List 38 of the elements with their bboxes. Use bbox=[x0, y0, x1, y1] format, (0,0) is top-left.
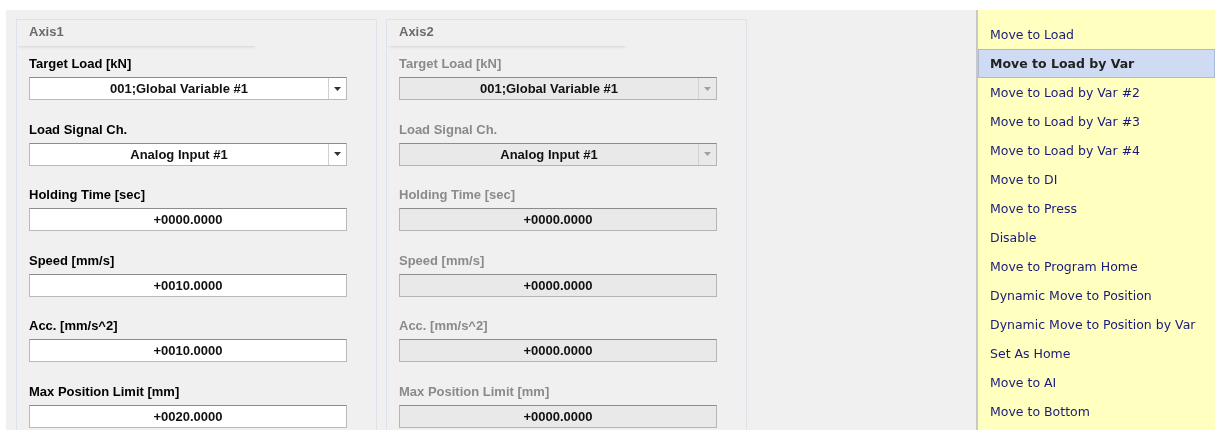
field-label: Max Position Limit [mm] bbox=[399, 383, 551, 399]
caret-icon bbox=[704, 86, 711, 91]
input-field[interactable]: +0010.0000 bbox=[29, 273, 347, 297]
field-label: Holding Time [sec] bbox=[29, 187, 147, 202]
field-label: Acc. [mm/s^2] bbox=[29, 318, 119, 333]
caret-icon bbox=[334, 86, 341, 91]
list-item[interactable]: Set As Home bbox=[978, 339, 1215, 368]
field-label: Speed [mm/s] bbox=[399, 252, 486, 268]
caret-icon bbox=[704, 152, 711, 156]
field-label: Max Position Limit [mm] bbox=[29, 383, 181, 399]
list-item[interactable]: Move to Press bbox=[978, 194, 1215, 223]
field-label: Target Load [kN] bbox=[29, 56, 133, 71]
group-title: Axis2 bbox=[387, 20, 627, 46]
field-label: Speed [mm/s] bbox=[29, 252, 116, 268]
list-item[interactable]: Move to Load by Var #2 bbox=[978, 78, 1215, 107]
caret-icon bbox=[334, 152, 341, 156]
dropdown[interactable]: Analog Input #1 bbox=[29, 142, 347, 166]
list-item[interactable]: Dynamic Move to Position bbox=[978, 281, 1215, 310]
list-item[interactable]: Move to DI bbox=[978, 165, 1215, 194]
input-field[interactable]: +0020.0000 bbox=[29, 404, 347, 428]
group-title: Axis1 bbox=[17, 20, 257, 46]
list-item[interactable]: Move to AI bbox=[978, 368, 1215, 397]
field-label: Acc. [mm/s^2] bbox=[399, 318, 489, 333]
field-label: Load Signal Ch. bbox=[399, 121, 499, 137]
list-item[interactable]: Disable bbox=[978, 223, 1215, 252]
field-label: Holding Time [sec] bbox=[399, 187, 517, 202]
list-item[interactable]: Move to Bottom bbox=[978, 397, 1215, 426]
list-item[interactable]: Dynamic Move to Position by Var bbox=[978, 310, 1215, 339]
list-item[interactable]: Move to Load by Var bbox=[978, 49, 1215, 78]
list-item[interactable]: Move to Load by Var #4 bbox=[978, 136, 1215, 165]
field-label: Target Load [kN] bbox=[399, 56, 503, 71]
list-item[interactable]: Move to Load bbox=[978, 20, 1215, 49]
input-field[interactable]: +0000.0000 bbox=[29, 208, 347, 231]
list-item[interactable]: Move to Program Home bbox=[978, 252, 1215, 281]
input-field[interactable]: +0010.0000 bbox=[29, 339, 347, 362]
field-label: Load Signal Ch. bbox=[29, 121, 129, 137]
dropdown[interactable]: 001;Global Variable #1 bbox=[29, 77, 347, 100]
list-item[interactable]: Move to Load by Var #3 bbox=[978, 107, 1215, 136]
